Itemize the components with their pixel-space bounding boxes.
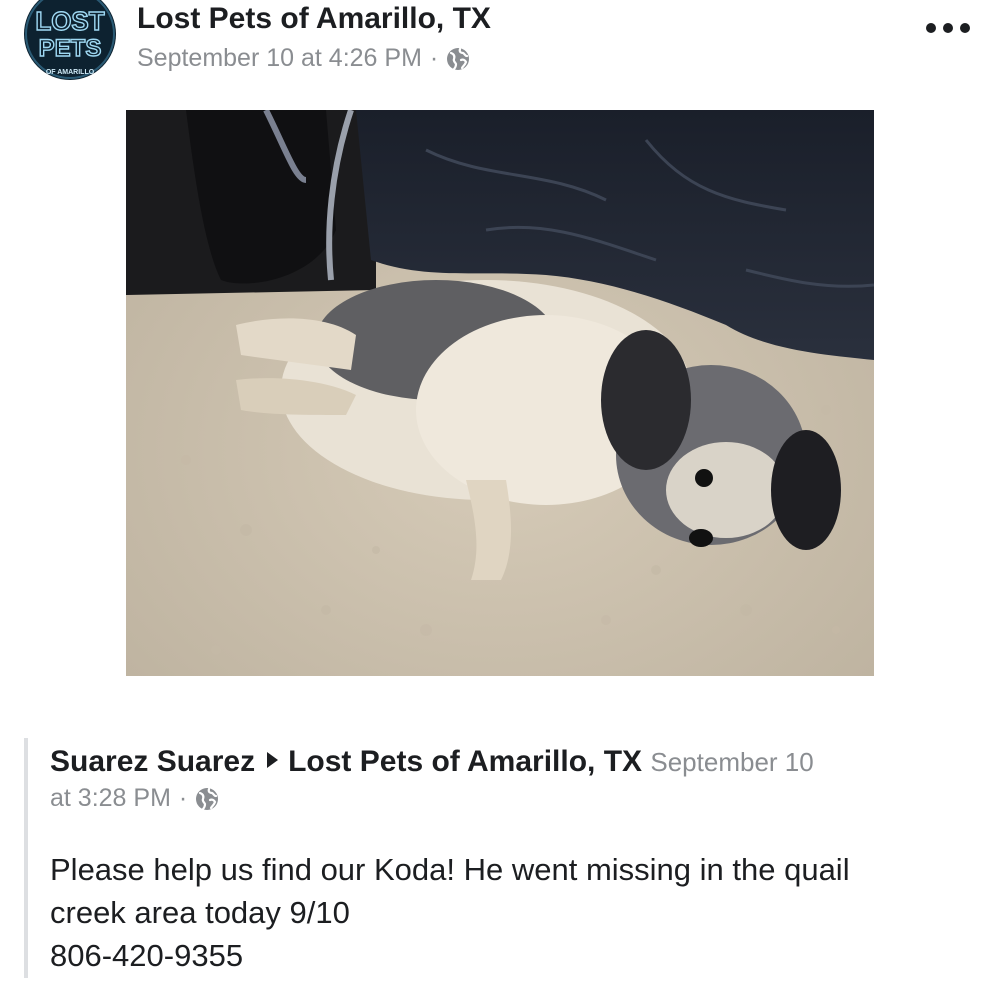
shared-date[interactable]: September 10 — [650, 747, 813, 777]
dog-photo-illustration — [126, 110, 874, 676]
globe-icon — [447, 47, 470, 70]
logo-text-bottom: OF AMARILLO — [46, 69, 95, 76]
shared-author[interactable]: Suarez Suarez — [50, 745, 255, 778]
logo-text-mid: PETS — [39, 35, 102, 62]
phone-number[interactable]: 806-420-9355 — [50, 934, 968, 977]
post-body-text: Please help us find our Koda! He went mi… — [50, 848, 968, 977]
post-photo[interactable] — [126, 110, 874, 676]
dot — [943, 23, 953, 33]
lost-pets-logo: LOST PETS OF AMARILLO — [24, 0, 116, 80]
meta-separator: · — [178, 784, 188, 812]
shared-post: Suarez Suarez Lost Pets of Amarillo, TX S… — [24, 738, 968, 978]
post-timestamp[interactable]: September 10 at 4:26 PM — [137, 44, 422, 73]
dot — [926, 23, 936, 33]
shared-post-meta: at 3:28 PM · — [50, 784, 219, 813]
dot — [960, 23, 970, 33]
more-options-icon[interactable] — [926, 14, 970, 42]
shared-post-header: Suarez Suarez Lost Pets of Amarillo, TX S… — [50, 740, 960, 784]
post-text-line: creek area today 9/10 — [50, 895, 350, 930]
post-text-line: Please help us find our Koda! He went mi… — [50, 852, 850, 887]
shared-time[interactable]: at 3:28 PM — [50, 784, 171, 813]
page-name[interactable]: Lost Pets of Amarillo, TX — [137, 2, 491, 36]
caret-right-icon — [267, 752, 279, 769]
page-avatar[interactable]: LOST PETS OF AMARILLO — [22, 0, 118, 80]
globe-icon — [196, 787, 219, 810]
logo-text-top: LOST — [35, 6, 104, 36]
post-meta: September 10 at 4:26 PM · — [137, 44, 470, 73]
shared-target-page[interactable]: Lost Pets of Amarillo, TX — [288, 745, 642, 778]
meta-separator: · — [429, 44, 439, 72]
